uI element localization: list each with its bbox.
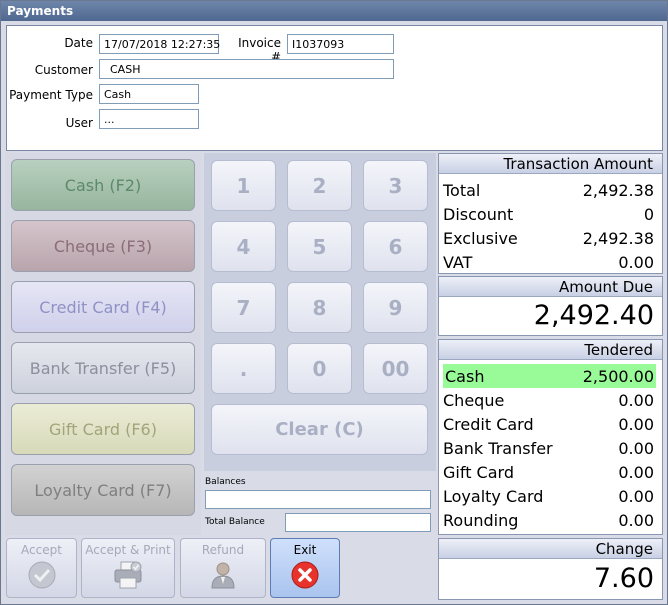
customer-field[interactable]: CASH [99, 59, 394, 79]
tendered-cash-value: 2,500.00 [582, 366, 654, 386]
cheque-button[interactable]: Cheque (F3) [11, 220, 195, 272]
tendered-credit-card-row[interactable]: Credit Card 0.00 [443, 412, 656, 436]
accept-button[interactable]: Accept [6, 538, 77, 598]
tendered-cheque-value: 0.00 [618, 390, 654, 410]
total-balance-label: Total Balance [205, 517, 265, 527]
exclusive-row: Exclusive 2,492.38 [443, 226, 656, 250]
credit-card-button[interactable]: Credit Card (F4) [11, 281, 195, 333]
refund-button[interactable]: Refund [180, 538, 266, 598]
key-0[interactable]: 0 [287, 343, 352, 394]
tendered-bank-transfer-row[interactable]: Bank Transfer 0.00 [443, 436, 656, 460]
vat-value: 0.00 [618, 252, 654, 272]
tendered-panel: Tendered Cash 2,500.00 Cheque 0.00 Credi… [438, 339, 663, 535]
tendered-loyalty-card-label: Loyalty Card [443, 486, 544, 506]
window-title: Payments [1, 1, 667, 21]
discount-label: Discount [443, 204, 514, 224]
tendered-cheque-row[interactable]: Cheque 0.00 [443, 388, 656, 412]
balances-field[interactable] [205, 490, 431, 509]
tendered-rounding-label: Rounding [443, 510, 519, 530]
tendered-header: Tendered [439, 340, 662, 360]
change-header: Change [439, 539, 662, 559]
tendered-bank-transfer-value: 0.00 [618, 438, 654, 458]
key-7[interactable]: 7 [211, 282, 276, 333]
tendered-cash-label: Cash [445, 366, 485, 386]
payment-methods-panel: Cash (F2) Cheque (F3) Credit Card (F4) B… [5, 153, 201, 535]
balances-panel: Balances Total Balance [204, 473, 436, 535]
tendered-credit-card-value: 0.00 [618, 414, 654, 434]
tendered-credit-card-label: Credit Card [443, 414, 534, 434]
balances-label: Balances [205, 477, 246, 487]
accept-print-label: Accept & Print [85, 543, 171, 557]
tendered-loyalty-card-row[interactable]: Loyalty Card 0.00 [443, 484, 656, 508]
gift-card-button[interactable]: Gift Card (F6) [11, 403, 195, 455]
numeric-keypad: 1 2 3 4 5 6 7 8 9 . 0 00 Clear (C) [204, 153, 436, 471]
printer-icon [114, 561, 142, 589]
person-icon [211, 562, 235, 589]
invoice-field[interactable]: I1037093 [287, 34, 394, 54]
tendered-rounding-value: 0.00 [618, 510, 654, 530]
amount-due-value: 2,492.40 [533, 300, 654, 331]
tendered-gift-card-label: Gift Card [443, 462, 514, 482]
payments-window: Payments Date 17/07/2018 12:27:35 Invoic… [0, 0, 668, 605]
payment-type-field[interactable]: Cash [99, 84, 199, 104]
exit-button[interactable]: Exit [270, 538, 340, 598]
vat-label: VAT [443, 252, 473, 272]
exclusive-value: 2,492.38 [582, 228, 654, 248]
loyalty-card-button[interactable]: Loyalty Card (F7) [11, 464, 195, 516]
total-balance-field[interactable] [285, 513, 431, 532]
tendered-bank-transfer-label: Bank Transfer [443, 438, 553, 458]
key-1[interactable]: 1 [211, 160, 276, 211]
total-row: Total 2,492.38 [443, 178, 656, 202]
date-field[interactable]: 17/07/2018 12:27:35 [99, 34, 220, 54]
tendered-rounding-row: Rounding 0.00 [443, 508, 656, 532]
discount-value: 0 [643, 204, 654, 224]
user-label: User [65, 116, 93, 130]
clear-button[interactable]: Clear (C) [211, 404, 428, 455]
action-bar: Accept Accept & Print Refund Exit [5, 538, 435, 600]
transaction-amount-header: Transaction Amount [439, 154, 662, 174]
key-decimal[interactable]: . [211, 343, 276, 394]
tendered-cheque-label: Cheque [443, 390, 505, 410]
cash-button[interactable]: Cash (F2) [11, 159, 195, 211]
refund-label: Refund [201, 543, 245, 557]
user-field[interactable]: ... [99, 109, 199, 129]
key-6[interactable]: 6 [363, 221, 428, 272]
tendered-gift-card-value: 0.00 [618, 462, 654, 482]
accept-label: Accept [21, 543, 62, 557]
bank-transfer-button[interactable]: Bank Transfer (F5) [11, 342, 195, 394]
key-2[interactable]: 2 [287, 160, 352, 211]
vat-row: VAT 0.00 [443, 250, 656, 274]
change-panel: Change 7.60 [438, 538, 663, 600]
payment-type-label: Payment Type [9, 88, 93, 102]
total-label: Total [443, 180, 481, 200]
exclusive-label: Exclusive [443, 228, 518, 248]
accept-print-button[interactable]: Accept & Print [81, 538, 175, 598]
tendered-loyalty-card-value: 0.00 [618, 486, 654, 506]
payment-details-form: Date 17/07/2018 12:27:35 Invoice # I1037… [6, 25, 663, 151]
exit-label: Exit [293, 543, 317, 557]
key-00[interactable]: 00 [363, 343, 428, 394]
key-8[interactable]: 8 [287, 282, 352, 333]
date-label: Date [64, 36, 93, 50]
transaction-amount-panel: Transaction Amount Total 2,492.38 Discou… [438, 153, 663, 274]
total-value: 2,492.38 [582, 180, 654, 200]
key-9[interactable]: 9 [363, 282, 428, 333]
key-3[interactable]: 3 [363, 160, 428, 211]
amount-due-header: Amount Due [439, 277, 662, 297]
tendered-cash-row[interactable]: Cash 2,500.00 [443, 364, 656, 388]
change-value: 7.60 [593, 563, 654, 594]
customer-label: Customer [34, 63, 93, 77]
amount-due-panel: Amount Due 2,492.40 [438, 276, 663, 336]
check-circle-icon [28, 561, 55, 589]
key-4[interactable]: 4 [211, 221, 276, 272]
discount-row: Discount 0 [443, 202, 656, 226]
key-5[interactable]: 5 [287, 221, 352, 272]
tendered-gift-card-row[interactable]: Gift Card 0.00 [443, 460, 656, 484]
close-circle-icon [291, 561, 319, 589]
